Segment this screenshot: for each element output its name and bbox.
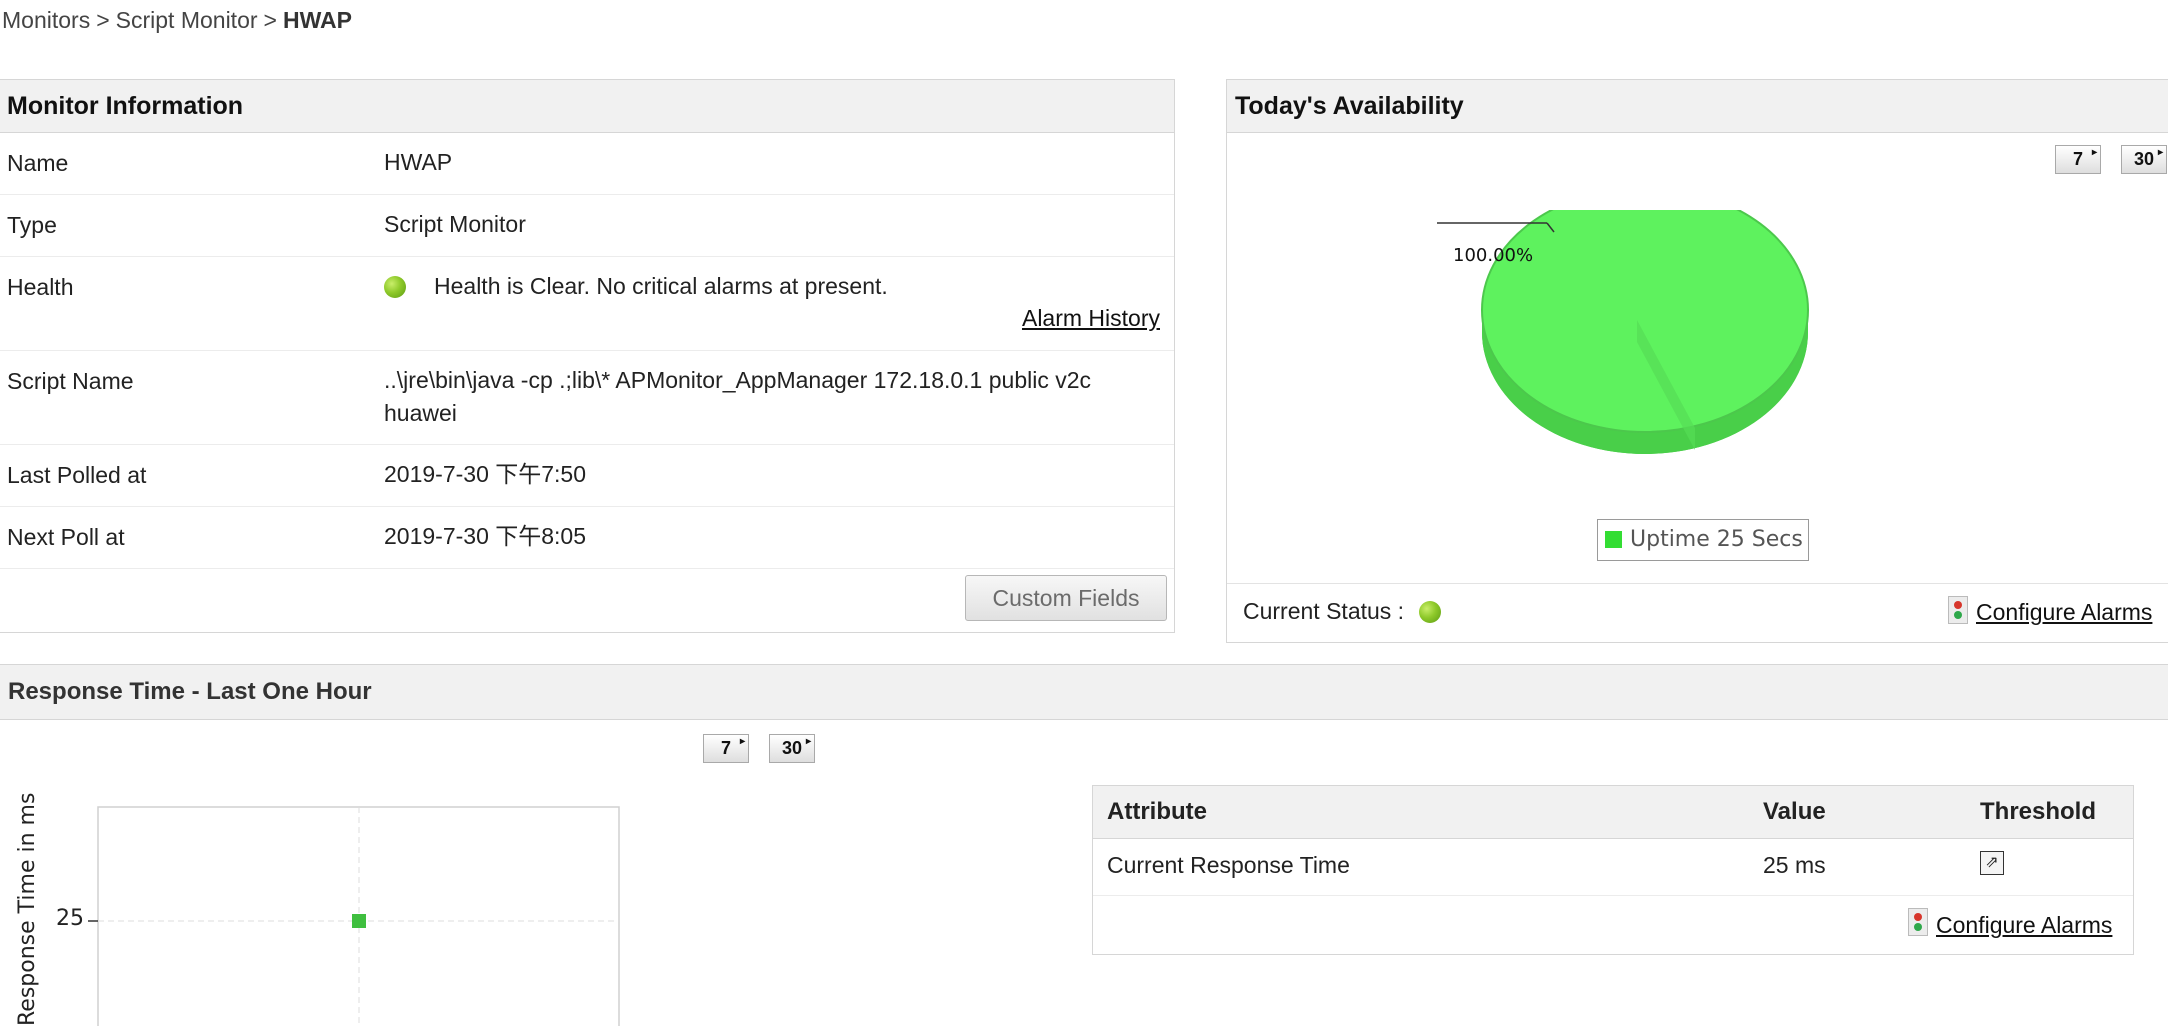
column-header-value: Value [1763,798,1826,825]
breadcrumb: Monitors > Script Monitor > HWAP [2,7,352,34]
health-message: Health is Clear. No critical alarms at p… [434,273,888,299]
row-label: Health [7,274,74,300]
attribute-value: 25 ms [1763,852,1826,878]
row-name: Name HWAP [0,133,1174,195]
period-30-days-button[interactable]: 30 ▸ [769,734,815,763]
breadcrumb-script-monitor[interactable]: Script Monitor [116,7,258,33]
availability-panel: Today's Availability 7 ▸ 30 ▸ 100.00% Upti… [1226,79,2168,643]
row-value: ..\jre\bin\java -cp .;lib\* APMonitor_Ap… [384,367,1092,426]
monitor-information-panel: Monitor Information Name HWAP Type Scrip… [0,79,1175,633]
configure-alarms-icon [1948,596,1976,624]
legend-entry: Uptime 25 Secs [1630,527,1803,552]
alarm-history-link[interactable]: Alarm History [1022,302,1160,335]
column-header-threshold: Threshold [1980,798,2097,825]
y-axis-label: Response Time in ms [15,792,40,1026]
legend-swatch [1605,531,1622,548]
configure-alarms-link[interactable]: Configure Alarms [1976,599,2152,626]
period-7-days-button[interactable]: 7 ▸ [703,734,749,763]
table-header: Attribute Value Threshold [1093,786,2133,839]
row-script-name: Script Name ..\jre\bin\java -cp .;lib\* … [0,351,1174,445]
row-type: Type Script Monitor [0,195,1174,257]
attribute-name: Current Response Time [1107,852,1350,878]
table-row: Current Response Time 25 ms ⇗ [1093,839,2133,896]
row-value: 2019-7-30 下午8:05 [384,523,587,549]
response-time-chart [88,806,620,1026]
row-value: Script Monitor [384,211,526,237]
row-value: HWAP [384,149,453,175]
y-tick-label: 25 [56,906,84,931]
configure-alarms-icon [1908,908,1936,961]
column-header-attribute: Attribute [1107,798,1207,825]
custom-fields-button[interactable]: Custom Fields [965,575,1167,621]
breadcrumb-monitors[interactable]: Monitors [2,7,90,33]
data-point [352,914,366,928]
breadcrumb-separator: > [263,7,277,33]
panel-title: Monitor Information [0,80,1174,133]
row-label: Type [7,212,57,238]
breadcrumb-current: HWAP [282,7,352,33]
row-next-poll: Next Poll at 2019-7-30 下午8:05 [0,507,1174,569]
current-status-label: Current Status : [1243,598,1405,624]
edit-threshold-icon[interactable]: ⇗ [1980,851,2004,875]
row-label: Name [7,150,69,176]
row-label: Last Polled at [7,462,147,488]
row-label: Next Poll at [7,524,125,550]
pie-legend: Uptime 25 Secs [1597,519,1809,561]
attribute-table: Attribute Value Threshold Current Respon… [1092,785,2134,955]
row-label: Script Name [7,368,134,394]
row-value: 2019-7-30 下午7:50 [384,461,587,487]
current-status-row: Current Status : Configure Alarms [1227,583,2168,642]
panel-title: Today's Availability [1227,80,2168,133]
response-time-header: Response Time - Last One Hour [0,664,2168,720]
breadcrumb-separator: > [96,7,110,33]
configure-alarms-link[interactable]: Configure Alarms [1936,899,2112,952]
row-last-polled: Last Polled at 2019-7-30 下午7:50 [0,445,1174,507]
table-footer: Configure Alarms [1093,896,2133,952]
pie-data-label: 100.00% [1453,245,1534,266]
section-title: Response Time - Last One Hour [8,678,372,705]
row-health: Health Health is Clear. No critical alar… [0,257,1174,351]
period-30-days-button[interactable]: 30 ▸ [2121,145,2167,174]
health-status-icon [384,272,406,299]
period-7-days-button[interactable]: 7 ▸ [2055,145,2101,174]
current-status-icon [1419,601,1441,623]
